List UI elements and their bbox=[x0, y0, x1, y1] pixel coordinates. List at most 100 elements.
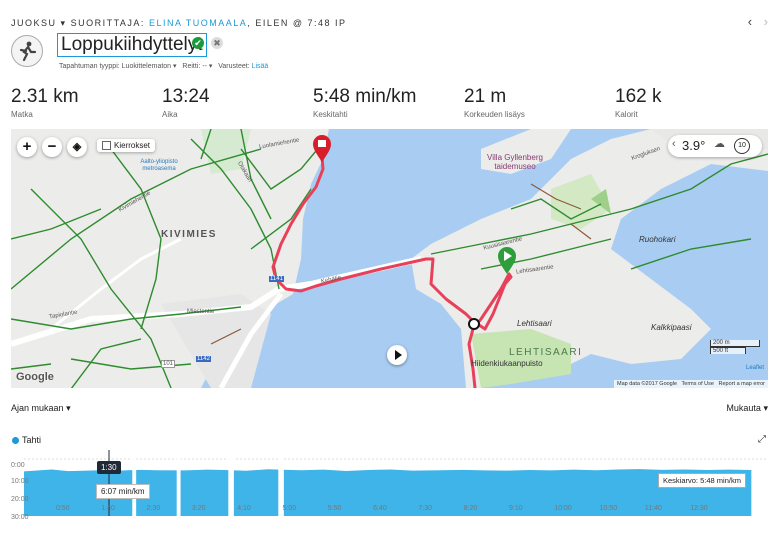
route-map[interactable]: KIVIMIES LEHTISAARI Lehtisaari Hiidenkiu… bbox=[11, 129, 768, 388]
stat-label: Keskitahti bbox=[313, 110, 348, 119]
event-type-dropdown[interactable]: Luokittelematon ▾ bbox=[122, 63, 177, 70]
xtick-label: 5:00 bbox=[282, 505, 297, 512]
xtick-label: 3:20 bbox=[191, 505, 206, 512]
weather-temperature: 3.9° bbox=[682, 138, 706, 153]
map-layers-button[interactable]: ◈ bbox=[67, 137, 87, 157]
stat-pace: 5:48 min/km Keskitahti bbox=[313, 86, 416, 119]
stat-distance: 2.31 km Matka bbox=[11, 86, 79, 119]
map-scale: 200 m 500 ft bbox=[710, 340, 760, 354]
xtick-label: 7:30 bbox=[418, 505, 433, 512]
pager: ‹ › bbox=[748, 14, 768, 29]
tooltip-time: 1:30 bbox=[97, 461, 121, 474]
laps-label: Kierrokset bbox=[114, 141, 151, 150]
leaflet-link[interactable]: Leaflet bbox=[746, 365, 764, 371]
finish-marker-icon[interactable] bbox=[312, 135, 332, 168]
athlete-link[interactable]: ELINA TUOMAALA bbox=[149, 18, 247, 28]
activity-title-input[interactable]: Loppukiihdyttelyt bbox=[57, 33, 207, 57]
stat-label: Aika bbox=[162, 110, 178, 119]
dropdown-caret-icon: ▾ bbox=[208, 63, 213, 70]
dropdown-caret-icon: ▾ bbox=[60, 18, 67, 28]
position-marker bbox=[468, 318, 480, 330]
dropdown-caret-icon: ▾ bbox=[66, 403, 71, 413]
zoom-in-button[interactable]: + bbox=[17, 137, 37, 157]
ytick-label: 0:00 bbox=[11, 462, 25, 469]
layers-icon: ◈ bbox=[72, 141, 82, 153]
next-activity-icon[interactable]: › bbox=[764, 14, 768, 29]
map-label-hiidenkiukaanpuisto: Hiidenkiukaanpuisto bbox=[471, 359, 543, 368]
map-label-ruohokari: Ruohokari bbox=[639, 235, 676, 244]
scale-imperial: 500 ft bbox=[710, 347, 746, 354]
map-label-villa-gyllenberg: Villa Gyllenberg taidemuseo bbox=[487, 153, 543, 171]
stat-label: Korkeuden lisäys bbox=[464, 110, 525, 119]
map-label-kalkkipaasi: Kalkkipaasi bbox=[651, 323, 692, 332]
stat-value: 162 k bbox=[615, 86, 662, 107]
chart-sort-label: Ajan mukaan bbox=[11, 403, 64, 413]
map-label-miestentie: Miestentie bbox=[187, 309, 215, 315]
confirm-title-icon[interactable]: ✔ bbox=[192, 37, 204, 49]
ytick-3: 30:00 bbox=[11, 506, 29, 524]
stat-value: 21 m bbox=[464, 86, 507, 107]
legend-label-pace[interactable]: Tahti bbox=[22, 435, 41, 445]
report-error-link[interactable]: Report a map error bbox=[719, 381, 765, 387]
stat-label: Kalorit bbox=[615, 110, 638, 119]
xtick-label: 4:10 bbox=[237, 505, 251, 512]
prev-activity-icon[interactable]: ‹ bbox=[748, 14, 752, 29]
wind-indicator: 10 bbox=[734, 138, 750, 154]
activity-type-dropdown[interactable]: JUOKSU ▾ bbox=[11, 18, 67, 28]
map-label-lehtisaari: Lehtisaari bbox=[517, 319, 552, 328]
xtick-label: 12:30 bbox=[690, 505, 708, 512]
laps-checkbox[interactable] bbox=[102, 141, 111, 151]
map-data-credit: Map data ©2017 Google bbox=[617, 381, 678, 387]
xtick-label: 11:40 bbox=[644, 505, 662, 512]
event-type-label: Tapahtuman tyyppi: bbox=[59, 63, 120, 70]
pace-data-gap bbox=[228, 450, 234, 518]
stat-value: 13:24 bbox=[162, 86, 210, 107]
map-label-metro-station: Aalto-yliopisto metroasema bbox=[140, 159, 178, 172]
xtick-label: 5:50 bbox=[327, 505, 342, 512]
zoom-out-button[interactable]: − bbox=[42, 137, 62, 157]
dropdown-caret-icon: ▾ bbox=[173, 63, 177, 70]
scale-metric: 200 m bbox=[710, 340, 760, 347]
stat-label: Matka bbox=[11, 110, 33, 119]
performed-by-label: SUORITTAJA: bbox=[70, 18, 145, 28]
activity-breadcrumb: JUOKSU ▾ SUORITTAJA: ELINA TUOMAALA, EIL… bbox=[11, 18, 346, 29]
ytick-label: 10:00 bbox=[11, 478, 29, 485]
terms-link[interactable]: Terms of Use bbox=[682, 381, 714, 387]
xtick-label: 10:00 bbox=[554, 505, 572, 512]
stat-elevation: 21 m Korkeuden lisäys bbox=[464, 86, 525, 119]
laps-toggle[interactable]: Kierrokset bbox=[97, 139, 156, 153]
play-replay-button[interactable] bbox=[387, 345, 407, 365]
activity-meta-row: Tapahtuman tyyppi: Luokittelematon ▾ Rei… bbox=[59, 62, 268, 70]
chart-sort-dropdown[interactable]: Ajan mukaan ▾ bbox=[11, 403, 71, 414]
cancel-title-icon[interactable]: ✖ bbox=[211, 37, 223, 49]
ytick-label: 20:00 bbox=[11, 496, 29, 503]
add-gear-link[interactable]: Lisää bbox=[252, 63, 269, 70]
pace-chart: 0:00 10:00 20:00 30:00 0:50 1:40 2:30 3:20 4… bbox=[0, 450, 780, 529]
road-shield-1142: 1142 bbox=[196, 356, 211, 362]
xtick-label: 8:20 bbox=[463, 505, 478, 512]
expand-chart-icon[interactable]: ⤢ bbox=[758, 434, 766, 445]
customize-dropdown[interactable]: Mukauta ▾ bbox=[726, 403, 768, 414]
play-icon bbox=[395, 350, 402, 360]
legend-dot bbox=[12, 437, 19, 444]
ytick-1: 10:00 bbox=[11, 470, 29, 488]
stat-value: 5:48 min/km bbox=[313, 86, 417, 107]
stat-time: 13:24 Aika bbox=[162, 86, 210, 119]
xtick-label: 2:30 bbox=[146, 505, 161, 512]
activity-time: , EILEN @ 7:48 IP bbox=[247, 18, 347, 28]
road-shield-1141: 1141 bbox=[269, 276, 284, 282]
route-dropdown[interactable]: -- ▾ bbox=[202, 63, 212, 70]
start-marker-icon[interactable] bbox=[497, 247, 517, 280]
average-pace-label: Keskiarvo: 5:48 min/km bbox=[658, 473, 746, 488]
xtick-label: 6:40 bbox=[373, 505, 387, 512]
ytick-2: 20:00 bbox=[11, 488, 29, 506]
dropdown-caret-icon: ▾ bbox=[763, 403, 768, 413]
weather-collapse-icon[interactable]: ‹ bbox=[672, 138, 676, 150]
weather-widget[interactable]: ‹ 3.9° ☁ 10 bbox=[668, 135, 762, 157]
google-logo: Google bbox=[16, 371, 54, 383]
map-label-lehtisaari-area: LEHTISAARI bbox=[509, 347, 583, 358]
pace-data-gap bbox=[176, 450, 181, 518]
ytick-label: 30:00 bbox=[11, 514, 29, 521]
route-label: Reitti: bbox=[182, 63, 201, 70]
xtick-label: 10:50 bbox=[599, 505, 618, 512]
